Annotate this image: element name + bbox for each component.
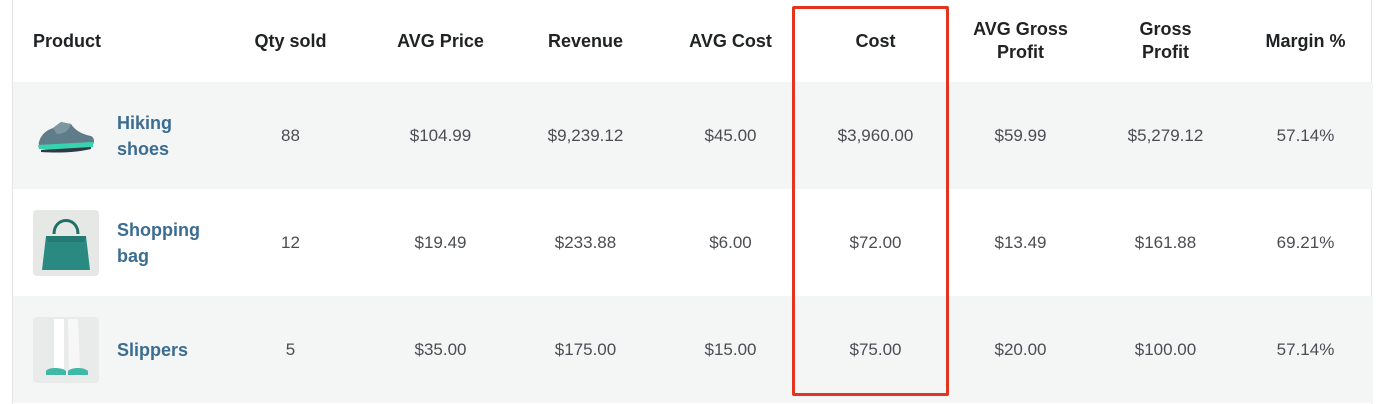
cell-avg-price: $19.49 — [414, 232, 467, 252]
slippers-thumbnail-icon — [33, 316, 99, 383]
header-gross-profit[interactable]: Gross Profit — [1093, 0, 1238, 82]
cell-avg-gross-profit: $59.99 — [948, 82, 1093, 189]
cell-qty-sold: 5 — [213, 296, 368, 403]
header-avg-gross-profit[interactable]: AVG Gross Profit — [948, 0, 1093, 82]
cell-avg-price: $35.00 — [368, 296, 513, 403]
cell-gross-profit: $161.88 — [1134, 232, 1197, 252]
cell-qty-sold: 12 — [281, 232, 300, 252]
cell-margin: 57.14% — [1238, 82, 1373, 189]
product-link-hiking-shoes[interactable]: Hiking shoes — [117, 110, 213, 162]
cell-avg-cost: $45.00 — [658, 82, 803, 189]
cell-margin: 57.14% — [1238, 296, 1373, 403]
header-row: Product Qty sold AVG Price Revenue AVG C… — [13, 0, 1373, 82]
table-row: Slippers 5 $35.00 $175.00 $15.00 $75.00 … — [13, 296, 1373, 403]
header-revenue[interactable]: Revenue — [513, 0, 658, 82]
header-margin[interactable]: Margin % — [1238, 0, 1373, 82]
shoe-thumbnail-icon — [33, 102, 99, 169]
table-row: Shopping bag 12 $19.49 $233.88 $6.00 $72… — [13, 189, 1373, 296]
header-avg-price[interactable]: AVG Price — [368, 0, 513, 82]
cell-avg-gross-profit: $13.49 — [994, 232, 1047, 252]
cell-avg-gross-profit: $20.00 — [948, 296, 1093, 403]
cell-revenue: $233.88 — [554, 232, 617, 252]
bag-thumbnail-icon — [33, 209, 99, 276]
cell-revenue: $175.00 — [513, 296, 658, 403]
cell-avg-cost: $6.00 — [709, 232, 752, 252]
cost-column-highlight — [792, 6, 949, 396]
cell-margin: 69.21% — [1276, 232, 1335, 252]
product-link-shopping-bag[interactable]: Shopping bag — [117, 217, 213, 269]
cell-gross-profit: $5,279.12 — [1093, 82, 1238, 189]
cell-revenue: $9,239.12 — [513, 82, 658, 189]
product-profit-table: Product Qty sold AVG Price Revenue AVG C… — [12, 0, 1373, 404]
cell-avg-cost: $15.00 — [658, 296, 803, 403]
header-avg-cost[interactable]: AVG Cost — [658, 0, 803, 82]
cell-gross-profit: $100.00 — [1093, 296, 1238, 403]
cell-avg-price: $104.99 — [368, 82, 513, 189]
header-product[interactable]: Product — [13, 0, 213, 82]
table-row: Hiking shoes 88 $104.99 $9,239.12 $45.00… — [13, 82, 1373, 189]
cell-qty-sold: 88 — [213, 82, 368, 189]
product-link-slippers[interactable]: Slippers — [117, 337, 213, 363]
header-qty-sold[interactable]: Qty sold — [213, 0, 368, 82]
